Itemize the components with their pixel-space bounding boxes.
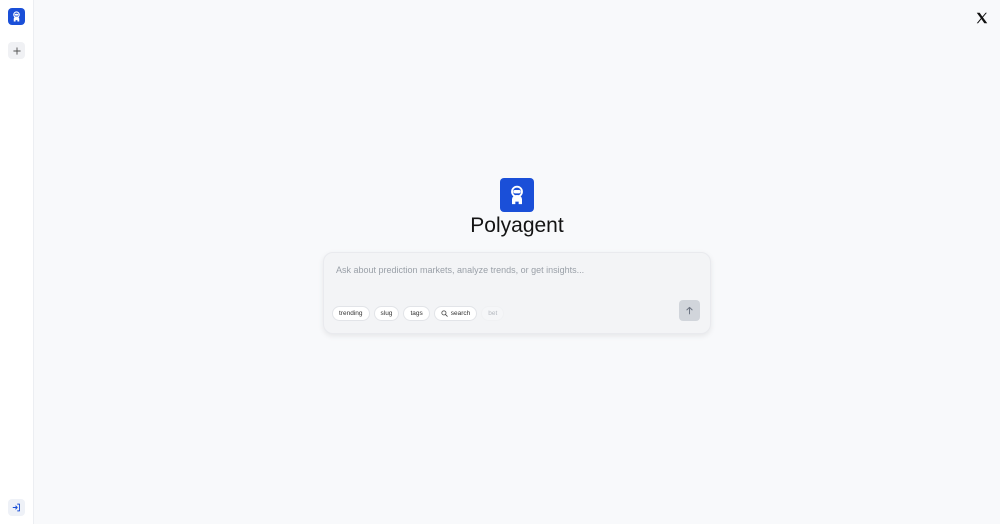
search-icon: [441, 310, 448, 317]
login-button[interactable]: [8, 499, 25, 516]
astronaut-icon: [511, 185, 523, 205]
send-button[interactable]: [679, 300, 700, 321]
hero-logo: [500, 178, 534, 212]
chip-label: trending: [339, 310, 363, 317]
chat-input[interactable]: [336, 261, 696, 279]
sign-in-icon: [12, 503, 20, 512]
chip-search[interactable]: search: [433, 306, 478, 321]
app-title: Polyagent: [470, 214, 564, 237]
x-social-link[interactable]: [974, 10, 990, 26]
tool-chips: trending slug tags search bet: [332, 306, 505, 321]
sidebar-logo[interactable]: [8, 8, 25, 25]
arrow-up-icon: [686, 306, 693, 315]
chip-label: bet: [488, 310, 498, 317]
chip-label: search: [450, 310, 471, 317]
chip-label: tags: [410, 310, 423, 317]
chip-bet[interactable]: bet: [481, 306, 505, 321]
new-chat-button[interactable]: [8, 42, 25, 59]
astronaut-icon: [13, 11, 20, 22]
sidebar: [0, 0, 34, 524]
chip-label: slug: [380, 310, 393, 317]
plus-icon: [12, 46, 21, 55]
chip-tags[interactable]: tags: [403, 306, 430, 321]
x-logo-icon: [976, 12, 988, 24]
chip-slug[interactable]: slug: [373, 306, 400, 321]
chip-trending[interactable]: trending: [332, 306, 370, 321]
chat-composer: trending slug tags search bet: [323, 252, 711, 334]
